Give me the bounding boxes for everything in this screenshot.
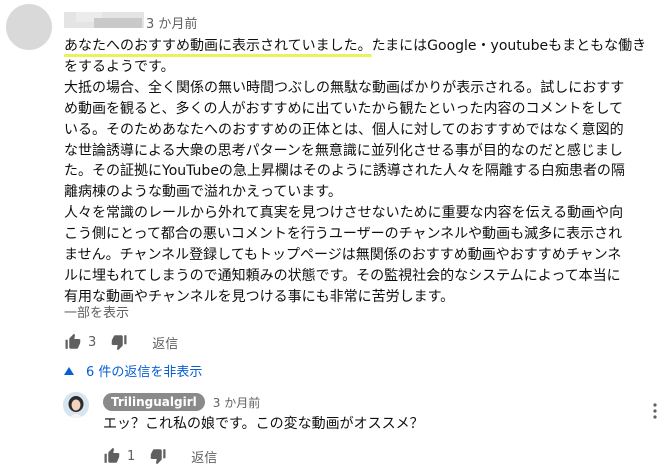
reply-reply-button[interactable]: 返信 (191, 447, 217, 466)
reply-actions: 1 返信 (103, 445, 217, 467)
thumbs-down-icon[interactable] (110, 333, 128, 351)
reply-time[interactable]: 3 か月前 (213, 394, 260, 411)
comment-time[interactable]: 3 か月前 (146, 13, 197, 32)
comment-line: 大抵の場合、全く関係の無い時間つぶしの無駄な動画ばかりが表示される。試しにおすす (64, 79, 625, 96)
comment-line: ません。チャンネル登録してもトップページは無関係のおすすめ動画やおすすめチャンネ (64, 247, 622, 264)
reply-text: エッ？これ私の娘です。この変な動画がオススメ？ (103, 416, 424, 432)
thumbs-down-icon[interactable] (149, 447, 167, 465)
comment-highlight: あなたへのおすすめ動画に表示されていました。 (64, 38, 372, 54)
comment-body: あなたへのおすすめ動画に表示されていました。たまにはGoogle・youtube… (64, 36, 664, 308)
caret-up-icon (64, 366, 74, 375)
replies-toggle[interactable]: 6 件の返信を非表示 (64, 361, 202, 380)
replies-toggle-label[interactable]: 6 件の返信を非表示 (86, 361, 202, 380)
more-options-icon[interactable] (652, 402, 658, 420)
show-less-link[interactable]: 一部を表示 (64, 302, 129, 321)
reply-header: Trilingualgirl 3 か月前 (103, 393, 260, 411)
reply-like-count: 1 (127, 448, 136, 464)
comment-line: た。その証拠にYouTubeの急上昇欄はそのように誘導された人々を隔離する白痴患… (64, 163, 625, 180)
comment-line: 人々を常識のレールから外れて真実を見つけさせないために重要な内容を伝える動画や向 (64, 205, 624, 222)
comment-avatar[interactable] (6, 4, 52, 50)
comment-line: ルに埋もれてしまうので通知頼みの状態です。その監視社会的なシステムによって本当に (64, 267, 621, 284)
comment-line-0: あなたへのおすすめ動画に表示されていました。たまにはGoogle・youtube… (64, 36, 664, 57)
comment-line: め動画を観ると、多くの人がおすすめに出ていたから観たといった内容のコメントをして (64, 100, 624, 117)
comment-line: こう側にとって都合の悪いコメントを行うユーザーのチャンネルや動画も滅多に表示され (64, 226, 623, 243)
reply-avatar[interactable] (63, 392, 89, 418)
reply-avatar-image (63, 392, 89, 418)
comment-line: な世論誘導による大衆の思考パターンを無意識に並列化させる事が目的なのだと感じまし (64, 142, 623, 159)
comment-line: 離病棟のような動画で溢れかえっています。 (64, 184, 342, 201)
comment-line: いる。そのためあなたへのおすすめの正体とは、個人に対してのおすすめではなく意図的 (64, 121, 624, 138)
like-count: 3 (88, 334, 97, 350)
comment-actions: 3 返信 (64, 331, 178, 353)
reply-author-chip[interactable]: Trilingualgirl (103, 393, 205, 411)
reply-button[interactable]: 返信 (152, 333, 178, 352)
thumbs-up-icon[interactable] (64, 333, 82, 351)
comment-line-0-rest: たまにはGoogle・youtubeもまともな働き (371, 38, 647, 54)
comment-line: 有用な動画やチャンネルを見つける事にも非常に苦労します。 (64, 288, 455, 305)
thumbs-up-icon[interactable] (103, 447, 121, 465)
comment-author-blurred[interactable] (64, 12, 144, 28)
comment-line: をするようです。 (64, 58, 175, 75)
